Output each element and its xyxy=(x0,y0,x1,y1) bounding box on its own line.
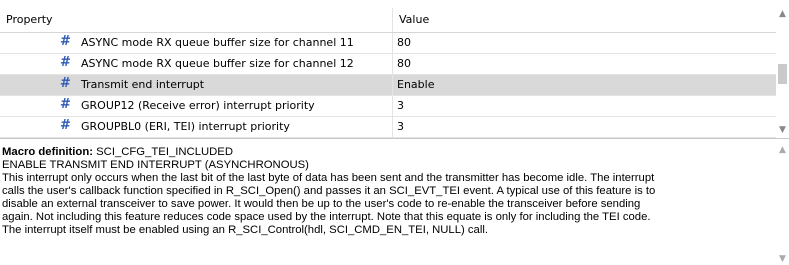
hash-icon: # xyxy=(60,118,71,133)
property-table: Property Value # ASYNC mode RX queue buf… xyxy=(0,0,789,139)
column-divider[interactable] xyxy=(392,8,393,32)
description-scrollbar[interactable]: ▲ ▼ xyxy=(776,142,789,265)
property-name: GROUPBL0 (ERI, TEI) interrupt priority xyxy=(81,120,290,133)
table-header: Property Value xyxy=(0,8,776,33)
table-row[interactable]: # GROUP12 (Receive error) interrupt prio… xyxy=(0,96,776,117)
property-value[interactable]: 80 xyxy=(397,57,411,70)
chevron-down-icon[interactable]: ▼ xyxy=(776,124,789,136)
chevron-up-icon[interactable]: ▲ xyxy=(776,8,789,20)
hash-icon: # xyxy=(60,97,71,112)
column-divider xyxy=(392,96,393,116)
column-divider xyxy=(392,75,393,95)
property-value[interactable]: 3 xyxy=(397,99,404,112)
hash-icon: # xyxy=(60,55,71,70)
table-row-selected[interactable]: # Transmit end interrupt Enable xyxy=(0,75,776,96)
macro-definition-label: Macro definition: xyxy=(2,146,93,158)
chevron-down-icon[interactable]: ▼ xyxy=(776,253,789,265)
property-value[interactable]: 3 xyxy=(397,120,404,133)
table-row[interactable]: # ASYNC mode RX queue buffer size for ch… xyxy=(0,54,776,75)
hash-icon: # xyxy=(60,34,71,49)
chevron-up-icon[interactable]: ▲ xyxy=(776,144,789,156)
hash-icon: # xyxy=(60,76,71,91)
description-title: ENABLE TRANSMIT END INTERRUPT (ASYNCHRON… xyxy=(2,159,309,171)
column-divider xyxy=(392,33,393,53)
description-line: This interrupt only occurs when the last… xyxy=(2,172,655,184)
column-header-property[interactable]: Property xyxy=(6,13,53,26)
description-line: The interrupt itself must be enabled usi… xyxy=(2,224,488,236)
description-text: Macro definition: SCI_CFG_TEI_INCLUDED E… xyxy=(2,146,776,237)
property-value[interactable]: 80 xyxy=(397,36,411,49)
table-row[interactable]: # ASYNC mode RX queue buffer size for ch… xyxy=(0,33,776,54)
table-row[interactable]: # GROUPBL0 (ERI, TEI) interrupt priority… xyxy=(0,117,776,138)
property-value[interactable]: Enable xyxy=(397,78,434,91)
column-divider xyxy=(392,117,393,137)
description-line: calls the user's callback function speci… xyxy=(2,185,656,197)
property-name: ASYNC mode RX queue buffer size for chan… xyxy=(81,57,354,70)
table-scrollbar[interactable]: ▲ ▼ xyxy=(776,0,789,138)
macro-definition-value: SCI_CFG_TEI_INCLUDED xyxy=(93,146,233,158)
description-panel: Macro definition: SCI_CFG_TEI_INCLUDED E… xyxy=(0,142,789,265)
scrollbar-thumb[interactable] xyxy=(778,64,787,84)
column-header-value[interactable]: Value xyxy=(399,13,429,26)
property-name: GROUP12 (Receive error) interrupt priori… xyxy=(81,99,315,112)
property-name: ASYNC mode RX queue buffer size for chan… xyxy=(81,36,354,49)
column-divider xyxy=(392,54,393,74)
description-line: again. Not including this feature reduce… xyxy=(2,211,651,223)
description-line: disable an external transceiver to save … xyxy=(2,198,641,210)
macro-definition-line: Macro definition: SCI_CFG_TEI_INCLUDED xyxy=(2,146,776,159)
property-name: Transmit end interrupt xyxy=(81,78,205,91)
